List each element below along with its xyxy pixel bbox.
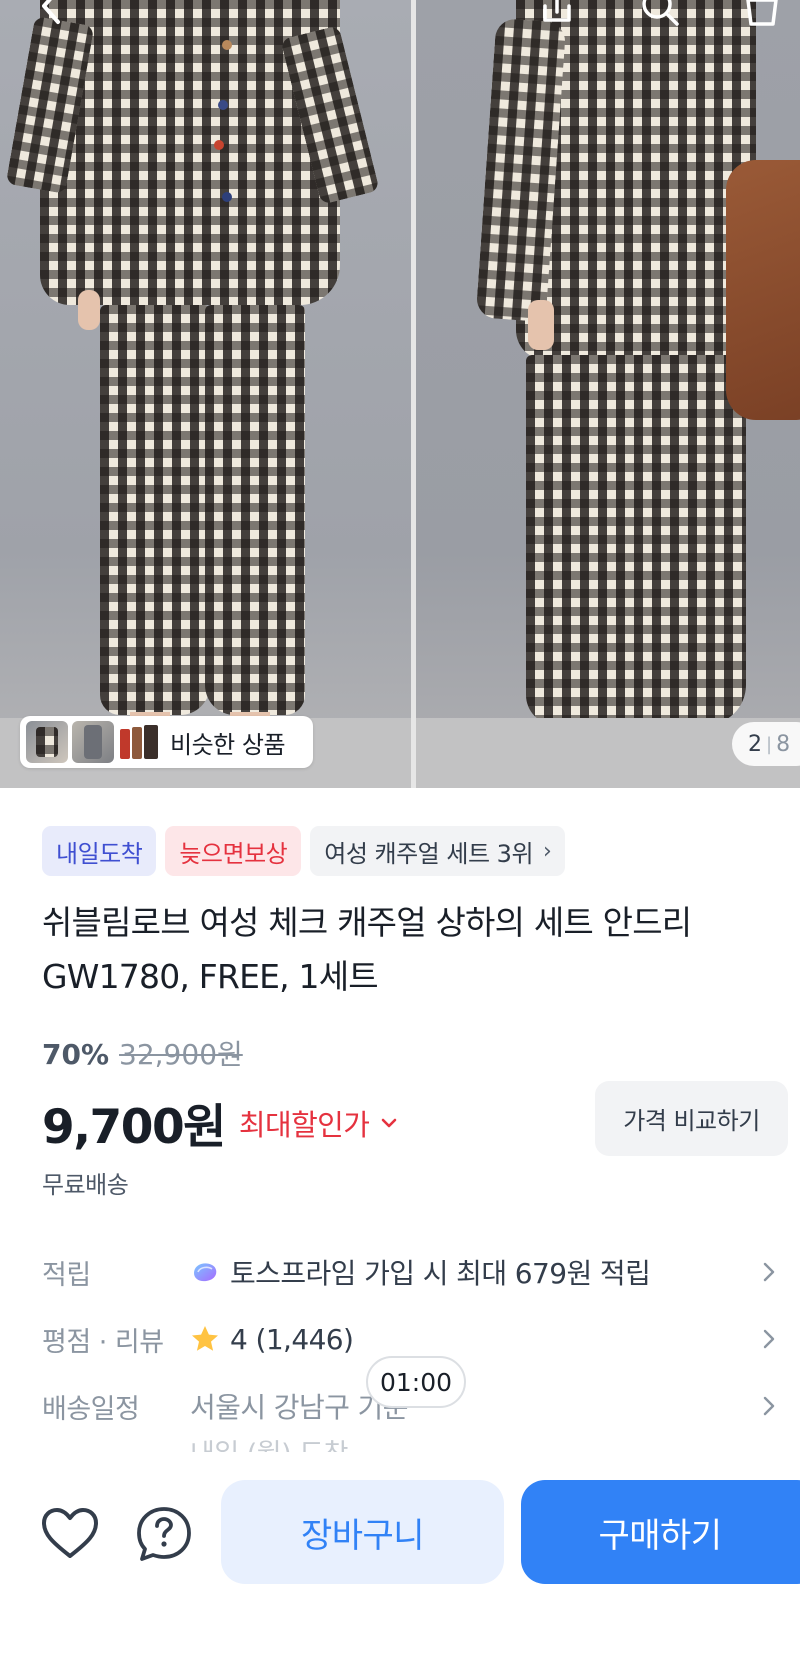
similar-products-label: 비슷한 상품 <box>170 730 286 759</box>
late-compensation-badge: 늦으면보상 <box>165 826 302 876</box>
product-image-gallery[interactable]: 비슷한 상품 2 | 8 <box>0 0 800 788</box>
page-separator: | <box>766 733 773 755</box>
rating-value: 4 (1,446) <box>230 1322 354 1356</box>
search-icon[interactable] <box>637 0 681 26</box>
add-to-cart-button[interactable]: 장바구니 <box>221 1480 504 1584</box>
points-row[interactable]: 적립 토스프라임 가입 시 최대 679원 적립 <box>42 1248 800 1296</box>
chevron-right-icon <box>763 1396 775 1416</box>
product-photo-side <box>416 0 800 788</box>
shipping-info: 무료배송 <box>42 1171 129 1199</box>
star-icon <box>192 1326 218 1351</box>
product-title-line-1: 쉬블림로브 여성 체크 캐주얼 상하의 세트 안드리 <box>42 903 692 942</box>
rating-value-wrap: 4 (1,446) <box>190 1322 354 1356</box>
similar-thumb-3 <box>118 721 160 763</box>
question-chat-icon[interactable] <box>134 1504 194 1564</box>
points-label: 적립 <box>42 1259 91 1291</box>
buy-now-button[interactable]: 구매하기 <box>521 1480 800 1584</box>
points-value: 토스프라임 가입 시 최대 679원 적립 <box>230 1257 651 1290</box>
chevron-right-icon <box>763 1329 775 1349</box>
price-compare-button[interactable]: 가격 비교하기 <box>595 1081 788 1156</box>
original-price: 32,900원 <box>119 1038 243 1071</box>
product-photo-front <box>0 0 411 788</box>
similar-products-button[interactable]: 비슷한 상품 <box>20 716 313 768</box>
discount-row: 70% 32,900원 <box>42 1033 243 1073</box>
discount-rate: 70% <box>42 1038 110 1071</box>
chevron-right-icon: › <box>543 838 552 864</box>
tomorrow-arrival-badge: 내일도착 <box>42 826 157 876</box>
cart-icon[interactable] <box>740 0 784 26</box>
image-page-counter: 2 | 8 <box>732 722 800 766</box>
similar-thumb-1 <box>26 721 68 763</box>
chevron-down-icon[interactable] <box>379 1113 399 1133</box>
chevron-right-icon <box>763 1262 775 1282</box>
share-icon[interactable] <box>535 0 579 26</box>
bottom-action-bar: 장바구니 구매하기 <box>0 1452 800 1655</box>
max-discount-toggle[interactable]: 최대할인가 <box>239 1102 370 1144</box>
top-navigation <box>0 0 800 30</box>
timer-pill: 01:00 <box>366 1356 466 1408</box>
page-total: 8 <box>776 731 791 757</box>
similar-thumb-2 <box>72 721 114 763</box>
product-title: 쉬블림로브 여성 체크 캐주얼 상하의 세트 안드리 GW1780, FREE,… <box>42 896 762 1004</box>
delivery-label: 배송일정 <box>42 1393 140 1425</box>
page-current: 2 <box>748 731 762 757</box>
points-value-wrap: 토스프라임 가입 시 최대 679원 적립 <box>190 1252 651 1292</box>
category-ranking-badge[interactable]: 여성 캐주얼 세트 3위 › <box>310 826 566 876</box>
buy-now-label: 구매하기 <box>598 1515 722 1556</box>
sale-price: 9,700원 <box>42 1100 226 1155</box>
product-title-line-2: GW1780, FREE, 1세트 <box>42 957 379 996</box>
price-row: 9,700원 최대할인가 <box>42 1088 399 1157</box>
ranking-label: 여성 캐주얼 세트 3위 <box>324 839 534 868</box>
heart-icon[interactable] <box>40 1506 100 1562</box>
rating-label: 평점 · 리뷰 <box>42 1326 164 1358</box>
toss-prime-icon <box>194 1263 217 1282</box>
product-badges: 내일도착 늦으면보상 여성 캐주얼 세트 3위 › <box>42 826 566 876</box>
back-arrow-icon[interactable] <box>30 0 74 26</box>
